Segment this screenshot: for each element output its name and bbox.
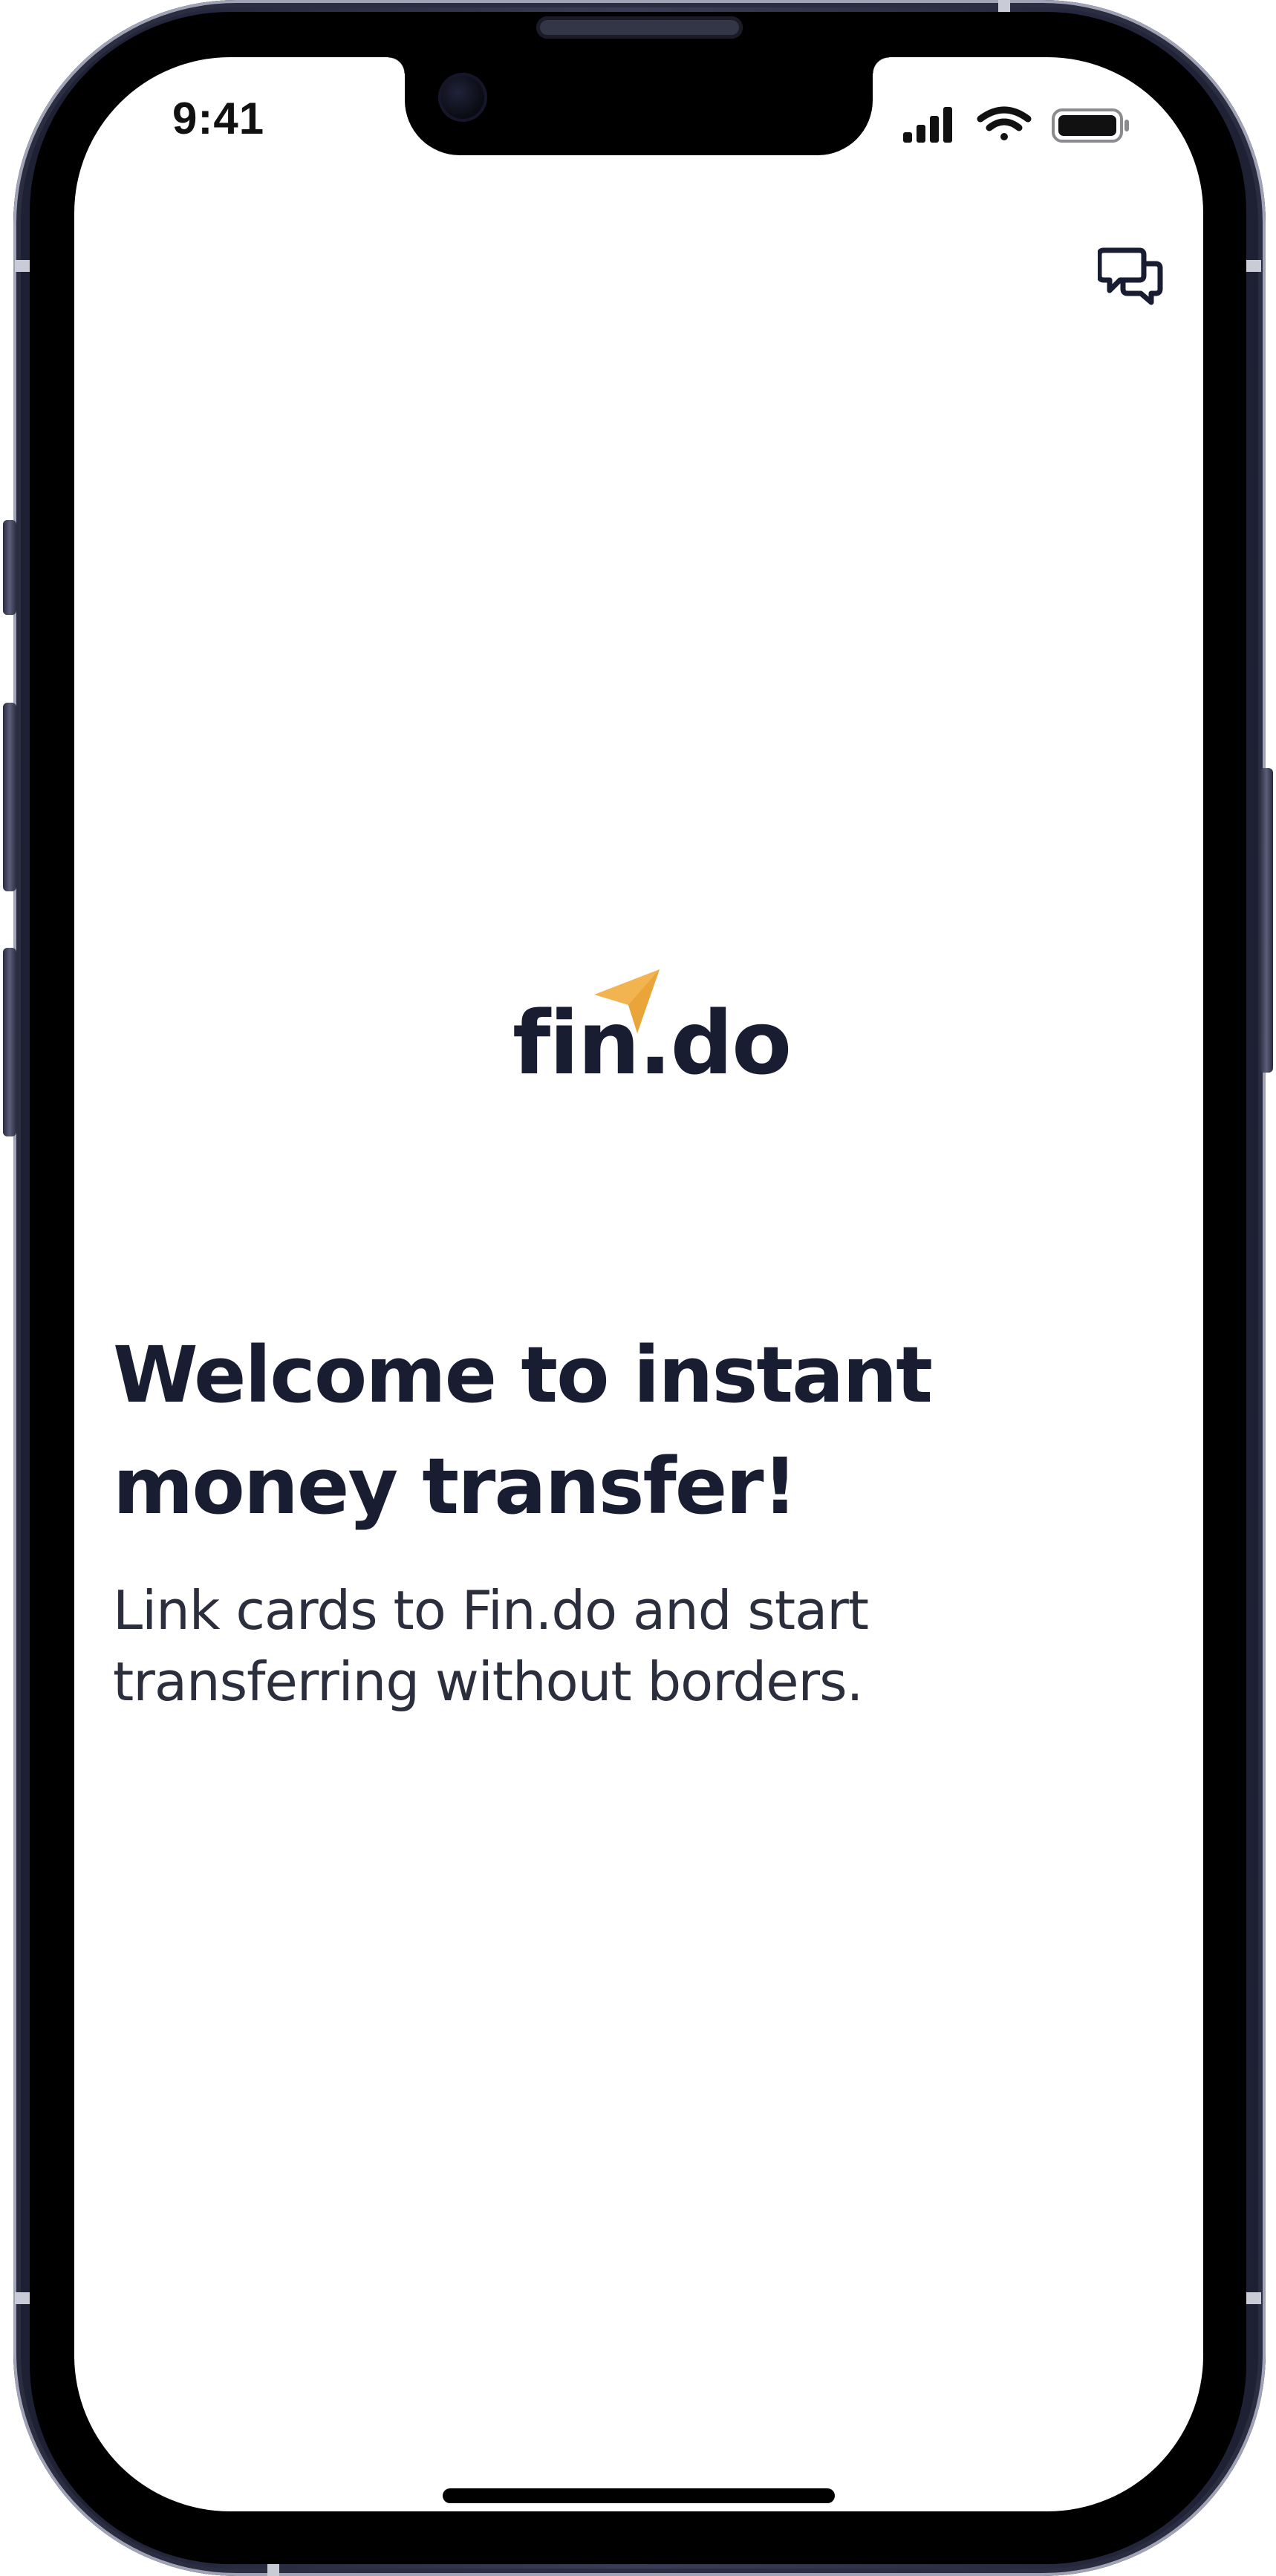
battery-icon — [1052, 108, 1129, 143]
front-camera-icon — [438, 73, 487, 122]
logo-text: fin.do — [512, 992, 792, 1094]
welcome-subtitle: Link cards to Fin.do and start transferr… — [113, 1579, 869, 1713]
volume-up-button — [3, 703, 16, 891]
antenna-band — [15, 260, 31, 272]
earpiece-speaker — [536, 16, 743, 39]
home-indicator[interactable] — [443, 2488, 835, 2503]
wifi-icon — [977, 106, 1032, 140]
app-screen — [74, 57, 1203, 2511]
status-time: 9:41 — [172, 94, 265, 143]
antenna-band — [15, 2292, 31, 2304]
brand-logo: fin.do — [512, 969, 792, 1088]
power-button — [1260, 768, 1273, 1073]
cellular-signal-icon — [903, 107, 952, 143]
notch — [388, 57, 889, 155]
antenna-band — [1245, 2292, 1261, 2304]
volume-down-button — [3, 948, 16, 1136]
status-icons — [903, 105, 1133, 144]
antenna-band — [1245, 260, 1261, 272]
chat-bubbles-icon — [1098, 247, 1163, 305]
status-icons-svg — [903, 106, 1129, 143]
support-chat-button[interactable] — [1092, 239, 1169, 316]
welcome-title: Welcome to instant money transfer! — [113, 1330, 933, 1532]
mute-switch — [3, 520, 16, 615]
